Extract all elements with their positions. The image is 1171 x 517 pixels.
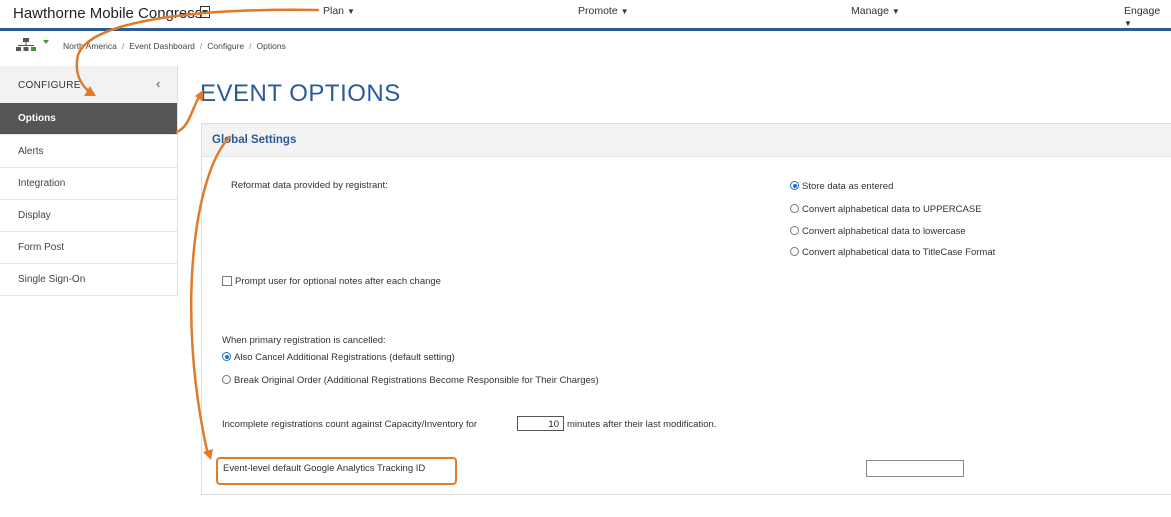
- sidebar-item-label: Integration: [18, 178, 66, 189]
- sidebar-item-single-sign-on[interactable]: Single Sign-On: [0, 264, 177, 296]
- breadcrumb-trail: North America / Event Dashboard / Configure /…: [63, 41, 286, 51]
- radio-also-cancel-label: Also Cancel Additional Registrations (de…: [234, 352, 455, 363]
- nav-engage[interactable]: Engage ▼: [1124, 5, 1171, 29]
- caret-down-icon: ▼: [346, 7, 355, 16]
- ga-tracking-label: Event-level default Google Analytics Tra…: [223, 463, 426, 474]
- nav-promote-label: Promote: [578, 5, 618, 17]
- panel-title: Global Settings: [212, 134, 297, 146]
- radio-break-order[interactable]: [222, 375, 231, 384]
- app-title: Hawthorne Mobile Congress: [13, 5, 203, 22]
- radio-break-order-label: Break Original Order (Additional Registr…: [234, 375, 599, 386]
- breadcrumb-configure[interactable]: Configure: [207, 41, 244, 51]
- radio-store-as-entered-label: Store data as entered: [802, 181, 894, 192]
- document-icon[interactable]: [200, 6, 210, 18]
- collapse-chevron-icon[interactable]: ‹: [156, 76, 160, 91]
- site-tree-icon[interactable]: [16, 37, 50, 53]
- sidebar-item-options[interactable]: Options: [0, 103, 177, 135]
- radio-lowercase[interactable]: [790, 226, 799, 235]
- panel-header: Global Settings: [202, 124, 1171, 157]
- radio-titlecase[interactable]: [790, 247, 799, 256]
- radio-titlecase-label: Convert alphabetical data to TitleCase F…: [802, 247, 996, 258]
- sidebar-item-integration[interactable]: Integration: [0, 168, 177, 200]
- breadcrumb-event-dashboard[interactable]: Event Dashboard: [129, 41, 195, 51]
- sidebar-title: CONFIGURE: [18, 80, 81, 91]
- cancel-label: When primary registration is cancelled:: [222, 335, 386, 346]
- caret-down-icon: ▼: [1124, 19, 1132, 28]
- caret-down-icon: ▼: [620, 7, 629, 16]
- breadcrumb-options: Options: [256, 41, 286, 51]
- incomplete-suffix: minutes after their last modification.: [567, 419, 717, 430]
- page-title: EVENT OPTIONS: [200, 80, 401, 107]
- radio-lowercase-label: Convert alphabetical data to lowercase: [802, 226, 966, 237]
- nav-manage-label: Manage: [851, 5, 889, 17]
- sidebar-header: CONFIGURE ‹: [0, 66, 177, 103]
- nav-plan-label: Plan: [323, 5, 345, 17]
- radio-uppercase-label: Convert alphabetical data to UPPERCASE: [802, 204, 982, 215]
- nav-promote[interactable]: Promote ▼: [578, 5, 629, 17]
- breadcrumb-north-america[interactable]: North America: [63, 41, 117, 51]
- sidebar-item-label: Form Post: [18, 242, 65, 253]
- configure-sidebar: CONFIGURE ‹ Options Alerts Integration D…: [0, 66, 178, 296]
- sidebar-item-alerts[interactable]: Alerts: [0, 136, 177, 168]
- reformat-label: Reformat data provided by registrant:: [231, 180, 388, 191]
- arrow-options-to-title: [175, 93, 202, 134]
- top-nav-bar: Hawthorne Mobile Congress Plan ▼ Promote…: [0, 0, 1171, 31]
- incomplete-prefix: Incomplete registrations count against C…: [222, 419, 478, 430]
- sidebar-item-label: Alerts: [18, 146, 44, 157]
- sidebar-item-label: Options: [18, 113, 56, 124]
- sidebar-item-form-post[interactable]: Form Post: [0, 232, 177, 264]
- sidebar-item-display[interactable]: Display: [0, 200, 177, 232]
- global-settings-panel: Global Settings: [201, 123, 1171, 495]
- radio-store-as-entered[interactable]: [790, 181, 799, 190]
- ga-tracking-input[interactable]: [866, 460, 964, 477]
- prompt-notes-checkbox[interactable]: [222, 276, 232, 286]
- nav-manage[interactable]: Manage ▼: [851, 5, 900, 17]
- incomplete-minutes-input[interactable]: 10: [517, 416, 564, 431]
- nav-plan[interactable]: Plan ▼: [323, 5, 355, 17]
- sidebar-item-label: Single Sign-On: [18, 274, 86, 285]
- nav-engage-label: Engage: [1124, 5, 1161, 17]
- caret-down-icon: ▼: [891, 7, 900, 16]
- sidebar-item-label: Display: [18, 210, 51, 221]
- radio-uppercase[interactable]: [790, 204, 799, 213]
- radio-also-cancel[interactable]: [222, 352, 231, 361]
- prompt-notes-label: Prompt user for optional notes after eac…: [235, 276, 441, 287]
